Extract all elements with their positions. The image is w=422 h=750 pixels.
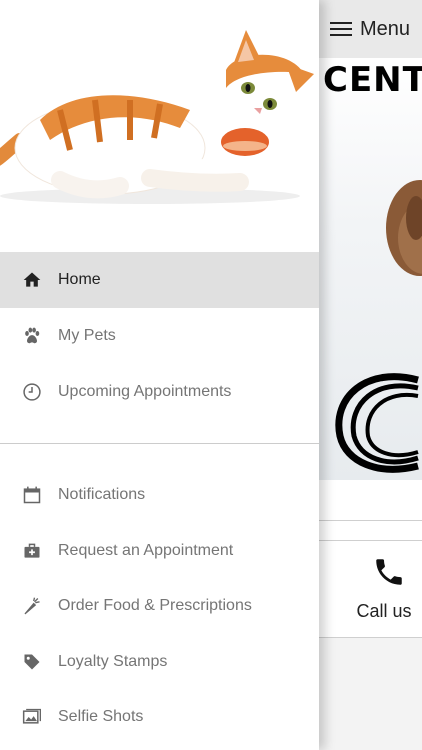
dog-photo bbox=[386, 180, 422, 276]
hamburger-icon bbox=[330, 21, 352, 37]
main-page: Menu CENT Call us bbox=[318, 0, 422, 750]
drawer-item-my-pets[interactable]: My Pets bbox=[0, 308, 319, 364]
drawer-item-label: Selfie Shots bbox=[58, 708, 144, 725]
phone-icon bbox=[376, 559, 402, 585]
top-bar: Menu bbox=[318, 0, 422, 58]
carrot-icon bbox=[21, 595, 43, 617]
kitten-photo bbox=[0, 0, 319, 252]
brand-title: CENT bbox=[323, 60, 422, 100]
call-us-label: Call us bbox=[356, 601, 412, 621]
call-us-button[interactable]: Call us bbox=[318, 541, 422, 637]
drawer-item-label: Loyalty Stamps bbox=[58, 653, 168, 670]
drawer-item-selfie-shots[interactable]: Selfie Shots bbox=[0, 689, 319, 745]
drawer-item-label: Upcoming Appointments bbox=[58, 383, 232, 400]
drawer-divider bbox=[0, 443, 319, 444]
drawer-item-request-appointment[interactable]: Request an Appointment bbox=[0, 523, 319, 579]
calendar-icon bbox=[21, 484, 43, 506]
paw-icon bbox=[21, 325, 43, 347]
drawer-item-label: Home bbox=[58, 271, 101, 288]
photos-icon bbox=[21, 706, 43, 728]
menu-label: Menu bbox=[360, 17, 411, 40]
drawer-item-order-food[interactable]: Order Food & Prescriptions bbox=[0, 578, 319, 634]
medical-bag-icon bbox=[21, 540, 43, 562]
drawer-item-label: Order Food & Prescriptions bbox=[58, 597, 252, 614]
tag-icon bbox=[21, 651, 43, 673]
drawer-item-label: My Pets bbox=[58, 327, 116, 344]
drawer-header bbox=[0, 0, 319, 252]
drawer-item-loyalty-stamps[interactable]: Loyalty Stamps bbox=[0, 634, 319, 690]
divider bbox=[318, 520, 422, 521]
home-icon bbox=[21, 269, 43, 291]
drawer-item-label: Notifications bbox=[58, 486, 146, 503]
navigation-drawer: Home My Pets Upcoming Appointments Notif… bbox=[0, 0, 319, 750]
drawer-item-label: Request an Appointment bbox=[58, 542, 234, 559]
clinic-logo-mark bbox=[335, 373, 419, 473]
drawer-item-upcoming-appointments[interactable]: Upcoming Appointments bbox=[0, 364, 319, 420]
hero-banner: CENT bbox=[318, 58, 422, 480]
drawer-item-home[interactable]: Home bbox=[0, 252, 319, 308]
drawer-item-notifications[interactable]: Notifications bbox=[0, 467, 319, 523]
clock-icon bbox=[21, 381, 43, 403]
menu-button[interactable]: Menu bbox=[330, 18, 410, 41]
content-area bbox=[318, 638, 422, 750]
